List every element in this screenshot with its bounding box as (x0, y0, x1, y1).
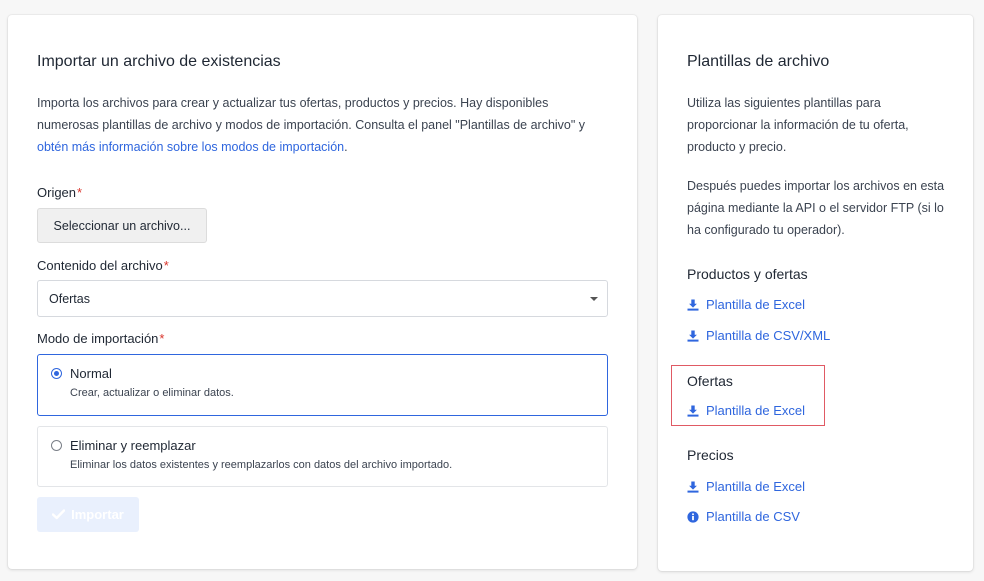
templates-title: Plantillas de archivo (687, 53, 830, 70)
download-products-excel-link[interactable]: Plantilla de Excel (687, 297, 805, 312)
info-icon (687, 510, 699, 523)
required-mark: * (163, 258, 169, 273)
download-offers-excel-link[interactable]: Plantilla de Excel (687, 403, 805, 418)
import-button-label: Importar (71, 507, 124, 522)
download-icon (687, 299, 699, 311)
mode-option-label: Normal (70, 366, 112, 381)
caret-down-icon (590, 297, 598, 301)
download-products-csv-link[interactable]: Plantilla de CSV/XML (687, 328, 830, 343)
mode-label-text: Modo de importación (37, 331, 159, 346)
radio-checked-icon[interactable] (51, 368, 62, 379)
origin-label: Origen* (37, 185, 82, 200)
origin-label-text: Origen (37, 185, 77, 200)
content-label-text: Contenido del archivo (37, 258, 163, 273)
description-text: Importa los archivos para crear y actual… (37, 96, 586, 132)
link-label: Plantilla de CSV (706, 509, 800, 524)
templates-intro-2: Después puedes importar los archivos en … (687, 179, 945, 237)
download-icon (687, 405, 699, 417)
content-select[interactable]: Ofertas (37, 280, 608, 317)
mode-option-description: Crear, actualizar o eliminar datos. (70, 387, 234, 399)
download-prices-excel-link[interactable]: Plantilla de Excel (687, 479, 805, 494)
description-end: . (344, 140, 348, 154)
required-mark: * (159, 331, 165, 346)
templates-intro: Utiliza las siguientes plantillas para p… (687, 96, 909, 154)
mode-option-normal[interactable]: Normal Crear, actualizar o eliminar dato… (37, 354, 608, 416)
mode-option-label: Eliminar y reemplazar (70, 438, 196, 453)
required-mark: * (77, 185, 83, 200)
content-label: Contenido del archivo* (37, 258, 169, 273)
mode-option-replace[interactable]: Eliminar y reemplazar Eliminar los datos… (37, 426, 608, 487)
content-select-value: Ofertas (49, 291, 90, 306)
import-modes-link[interactable]: obtén más información sobre los modos de… (37, 140, 344, 154)
link-label: Plantilla de Excel (706, 403, 805, 418)
import-button[interactable]: Importar (37, 497, 139, 532)
select-file-button[interactable]: Seleccionar un archivo... (37, 208, 207, 243)
check-icon (52, 509, 66, 520)
link-label: Plantilla de Excel (706, 297, 805, 312)
import-title: Importar un archivo de existencias (37, 53, 281, 70)
import-card: Importar un archivo de existencias Impor… (8, 15, 637, 569)
section-products-offers: Productos y ofertas (687, 266, 808, 282)
section-offers: Ofertas (687, 373, 733, 389)
radio-unchecked-icon[interactable] (51, 440, 62, 451)
download-prices-csv-link[interactable]: Plantilla de CSV (687, 509, 800, 524)
mode-label: Modo de importación* (37, 331, 164, 346)
link-label: Plantilla de CSV/XML (706, 328, 831, 343)
download-icon (687, 481, 699, 493)
templates-card: Plantillas de archivo Utiliza las siguie… (658, 15, 973, 571)
link-label: Plantilla de Excel (706, 479, 805, 494)
download-icon (687, 330, 699, 342)
import-description: Importa los archivos para crear y actual… (37, 92, 607, 158)
mode-option-description: Eliminar los datos existentes y reemplaz… (70, 459, 453, 471)
section-prices: Precios (687, 447, 734, 463)
